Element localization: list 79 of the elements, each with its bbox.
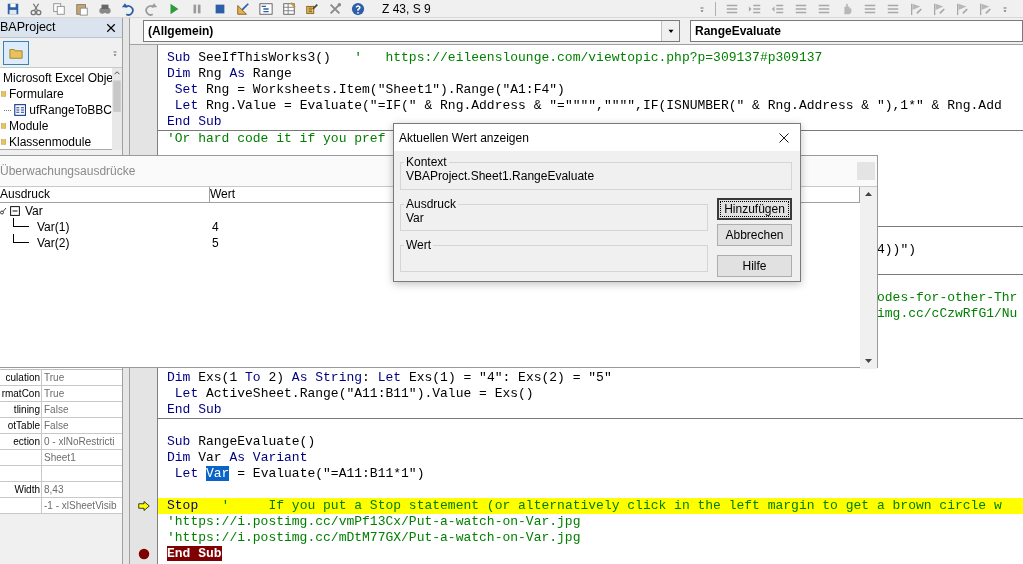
- property-name: ection: [0, 434, 42, 449]
- folder-icon: [0, 88, 6, 100]
- help-icon[interactable]: [351, 1, 365, 16]
- glasses-icon: [0, 206, 8, 216]
- column-header[interactable]: Ausdruck: [0, 187, 210, 202]
- dialog-button[interactable]: Hilfe: [717, 255, 792, 277]
- object-browser-icon[interactable]: [305, 1, 319, 16]
- tools-icon[interactable]: [328, 1, 342, 16]
- code-line: 'https://i.postimg.cc/vmPf13Cx/Put-a-watch-on-Var.jpg: [166, 514, 582, 530]
- splitter[interactable]: [122, 368, 130, 564]
- ruler-pencil-icon[interactable]: [236, 1, 250, 16]
- project-explorer-icon[interactable]: [259, 1, 273, 16]
- panel-title: BAProject: [0, 19, 56, 37]
- copy-icon[interactable]: [52, 1, 66, 16]
- redo-icon[interactable]: [144, 1, 158, 16]
- property-name: rmatCon: [0, 386, 42, 401]
- bookmark-icon[interactable]: [955, 1, 969, 16]
- collapse-icon[interactable]: [10, 206, 20, 216]
- code-line: Let ActiveSheet.Range("A11:B11").Value = Exs(): [173, 386, 535, 402]
- group-label: Ausdruck: [405, 198, 458, 210]
- code-line: Let Var = Evaluate("=A11:B11*1"): [173, 466, 426, 482]
- toggle-folders-button[interactable]: [3, 40, 29, 65]
- code-line: Dim Exs(1 To 2) As String: Let Exs(1) = "4": Exs(2) = "5": [166, 370, 613, 386]
- undo-icon[interactable]: [121, 1, 135, 16]
- cursor-position: Z 43, S 9: [382, 0, 431, 18]
- group-value: Var: [406, 210, 425, 226]
- form-icon: [14, 103, 27, 117]
- dialog-button[interactable]: Hinzufügen: [717, 198, 792, 220]
- property-name: tlining: [0, 402, 42, 417]
- property-value[interactable]: True: [42, 386, 122, 401]
- close-icon: [105, 21, 117, 34]
- dialog-title: Aktuellen Wert anzeigen: [399, 129, 529, 147]
- group-value: VBAProject.Sheet1.RangeEvaluate: [406, 168, 596, 184]
- group-label: Kontext: [405, 156, 448, 168]
- value-cell-text: 4: [211, 219, 219, 236]
- bookmark-icon[interactable]: [978, 1, 992, 16]
- code-line: Dim Rng As Range: [166, 66, 293, 82]
- property-name: otTable: [0, 418, 42, 433]
- properties-icon[interactable]: [282, 1, 296, 16]
- bookmark-icon[interactable]: [932, 1, 946, 16]
- paste-icon[interactable]: [75, 1, 89, 16]
- group-label: Wert: [405, 239, 433, 251]
- value-cell-text: 5: [211, 235, 219, 252]
- tree-item[interactable]: Var(1): [37, 218, 70, 236]
- property-value[interactable]: True: [42, 370, 122, 385]
- code-line: Dim Var As Variant: [166, 450, 309, 466]
- object-dropdown[interactable]: (Allgemein): [143, 20, 680, 42]
- tree-item[interactable]: Module: [0, 118, 112, 134]
- tree-item[interactable]: Var(2): [37, 234, 70, 252]
- dialog-button[interactable]: Abbrechen: [717, 224, 792, 246]
- folder-icon: [0, 136, 6, 148]
- window-title: Überwachungsausdrücke: [0, 163, 136, 180]
- property-value[interactable]: False: [42, 402, 122, 417]
- folder-icon: [0, 120, 6, 132]
- bookmark-icon[interactable]: [909, 1, 923, 16]
- property-value[interactable]: 8,43: [42, 482, 122, 497]
- tree-item[interactable]: Microsoft Excel Obje: [0, 70, 112, 86]
- close-icon: [778, 131, 790, 144]
- save-icon[interactable]: [6, 1, 20, 16]
- tree-item[interactable]: ufRangeToBBC: [0, 102, 112, 118]
- property-value[interactable]: False: [42, 418, 122, 433]
- code-line: Let Rng.Value = Evaluate("=IF(" & Rng.Address & "="""","""",IF(ISNUMBER(" & Rng.Address & "),1*" & Rng.Add: [173, 98, 1003, 114]
- cut-icon[interactable]: [29, 1, 43, 16]
- code-line: img.cc/cCzwRfG1/Nu: [877, 306, 1018, 321]
- procedure-dropdown[interactable]: RangeEvaluate: [690, 20, 1023, 42]
- code-line: 4))"): [877, 242, 916, 257]
- property-name: Width: [0, 482, 42, 497]
- code-line: odes-for-other-Thr: [877, 290, 1018, 305]
- code-line: Set Rng = Worksheets.Item("Sheet1").Range("A1:F4"): [173, 82, 566, 98]
- code-line: End Sub: [166, 402, 223, 418]
- tree-item[interactable]: Klassenmodule: [0, 134, 112, 150]
- property-value[interactable]: 0 - xlNoRestricti: [42, 434, 122, 449]
- property-name: culation: [0, 370, 42, 385]
- tree-item[interactable]: Var: [25, 202, 43, 220]
- code-line: Sub RangeEvaluate(): [166, 434, 317, 450]
- code-line: 'https://i.postimg.cc/mDtM77GX/Put-a-watch-on-Var.jpg: [166, 530, 582, 546]
- code-line: Sub SeeIfThisWorks3() ' https://eileenslounge.com/viewtopic.php?p=309137#p309137: [166, 50, 824, 66]
- tree-item[interactable]: Formulare: [0, 86, 112, 102]
- code-line: End Sub: [166, 114, 223, 130]
